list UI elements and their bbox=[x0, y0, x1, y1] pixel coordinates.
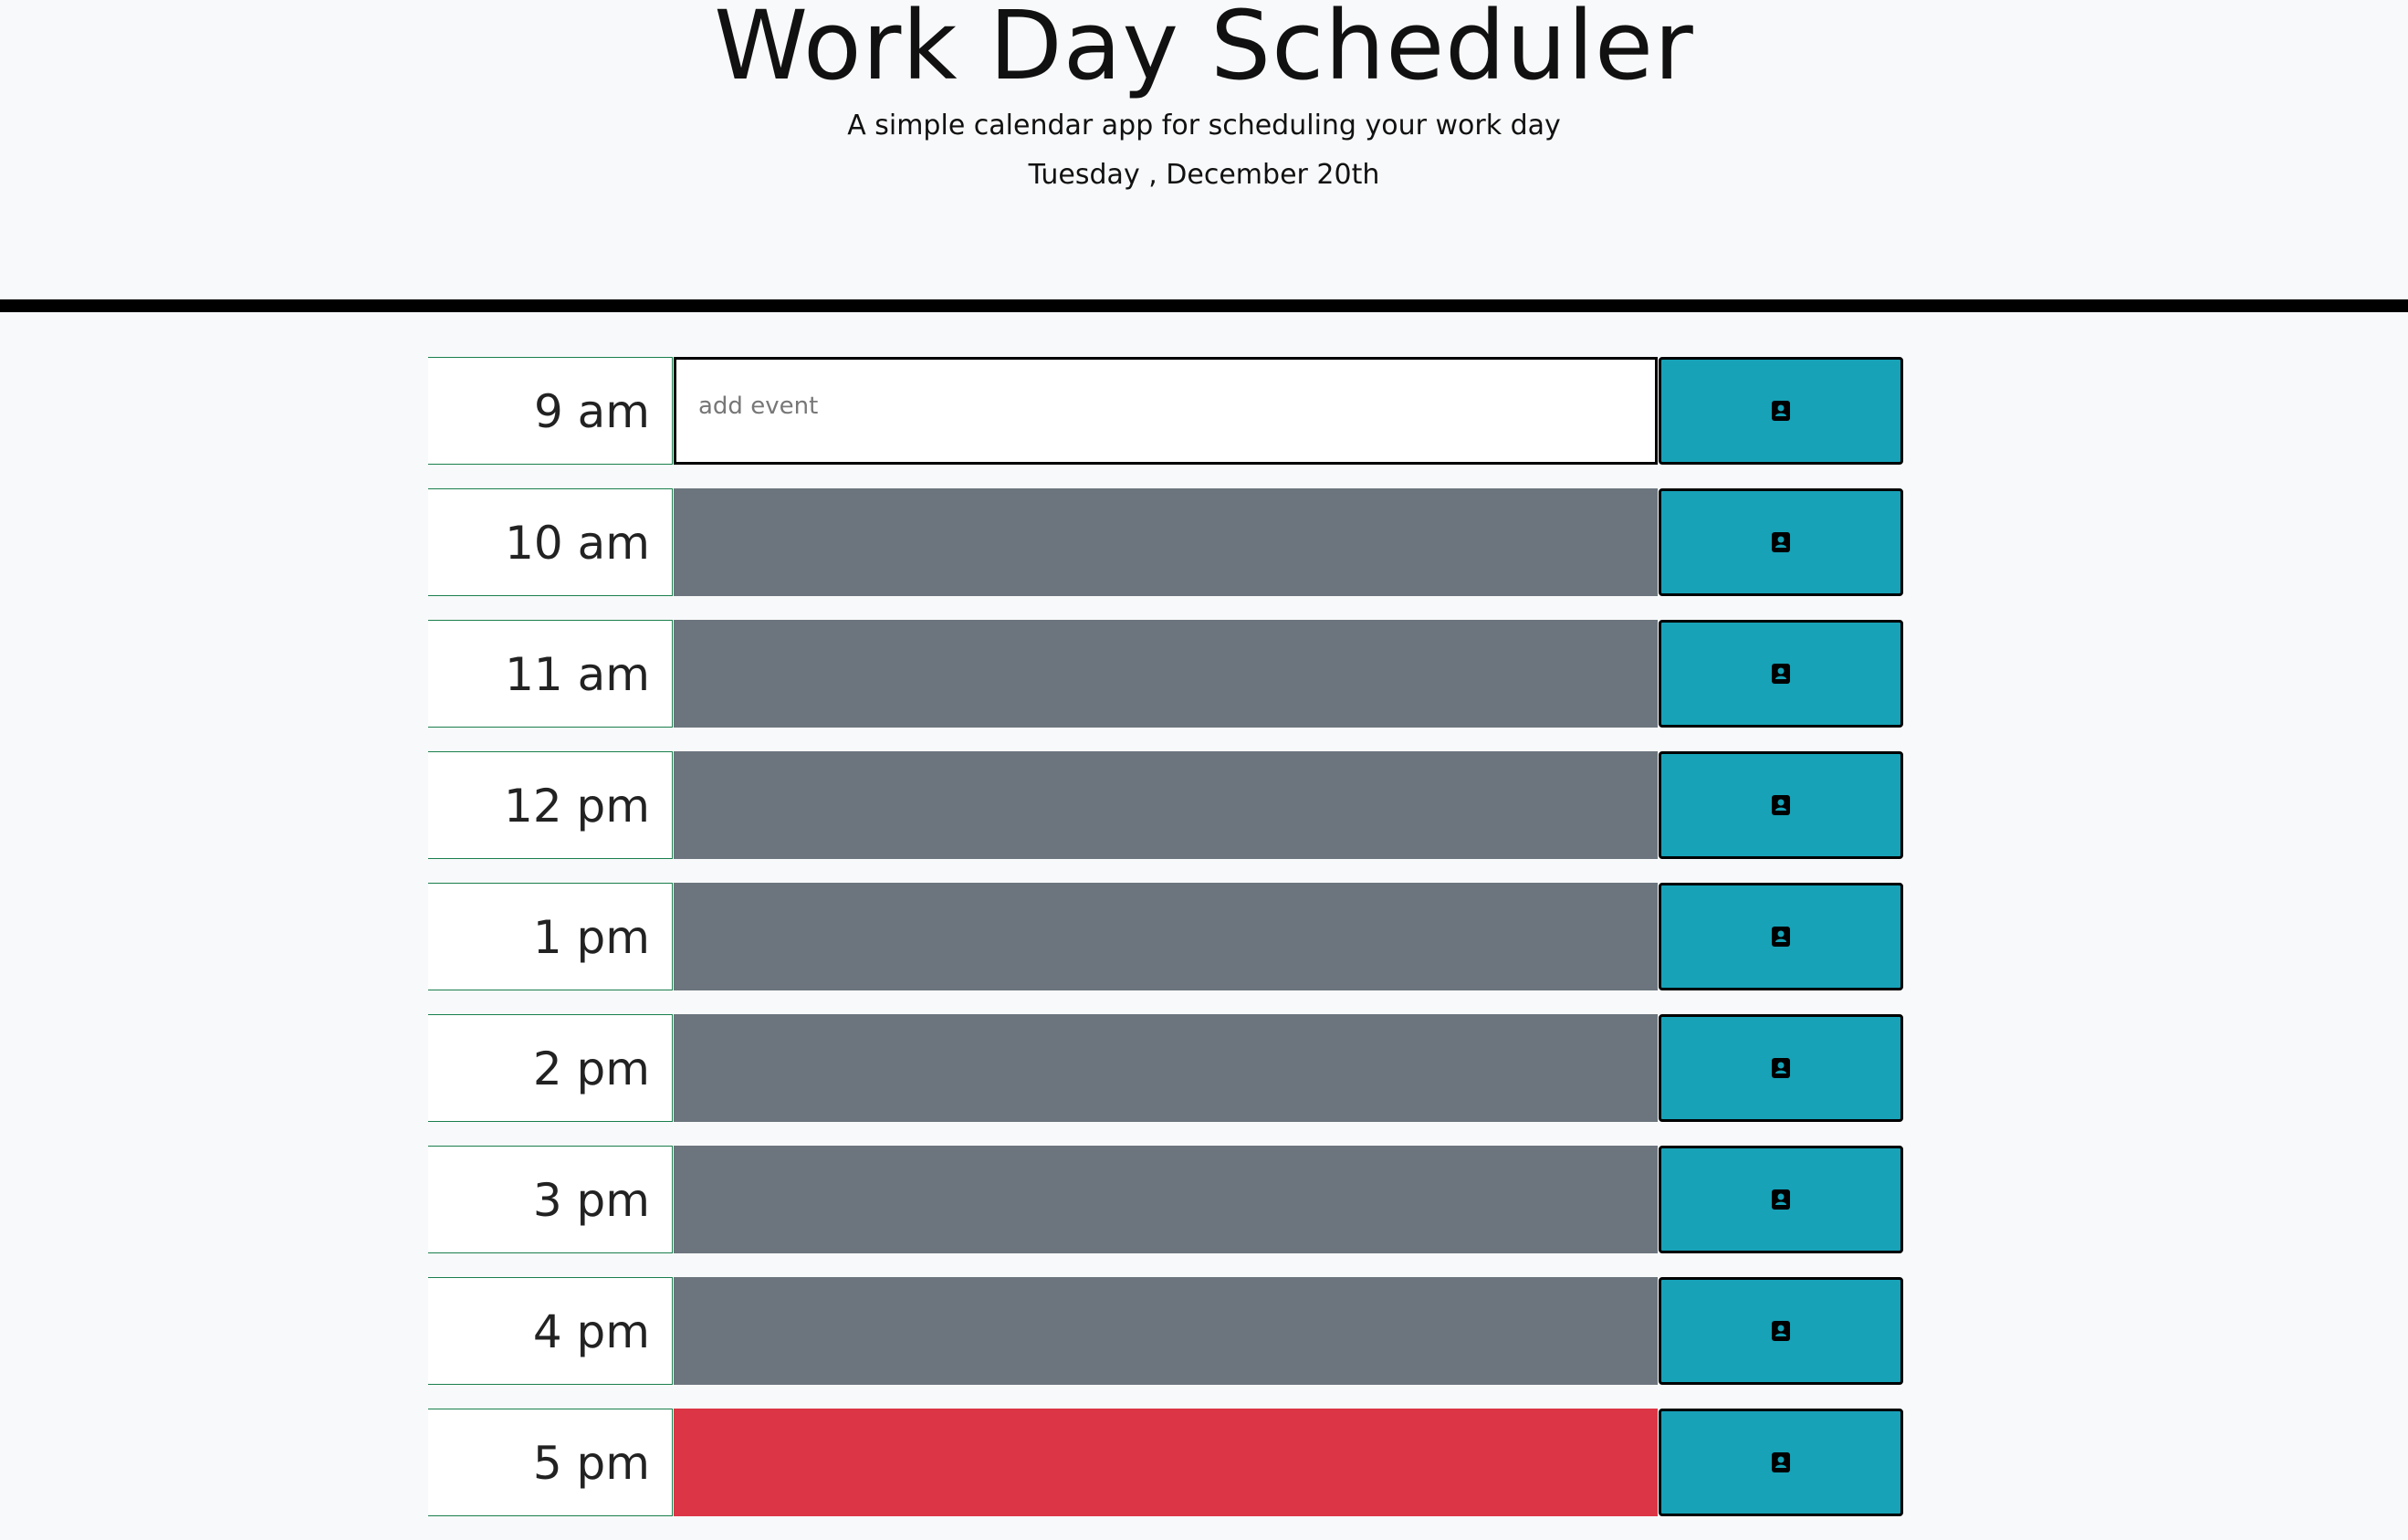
time-block-row: 4 pm bbox=[428, 1277, 1903, 1387]
event-input[interactable] bbox=[674, 1014, 1658, 1122]
save-button[interactable] bbox=[1659, 1409, 1903, 1516]
event-input[interactable] bbox=[674, 1409, 1658, 1516]
hour-label: 12 pm bbox=[504, 780, 650, 833]
hour-label: 9 am bbox=[533, 385, 650, 438]
hour-label-cell: 1 pm bbox=[428, 883, 673, 990]
address-book-icon bbox=[1772, 927, 1790, 947]
save-button[interactable] bbox=[1659, 488, 1903, 596]
event-input[interactable] bbox=[674, 883, 1658, 990]
event-input[interactable] bbox=[674, 1146, 1658, 1253]
page-header: Work Day Scheduler A simple calendar app… bbox=[0, 0, 2408, 299]
time-block-row: 12 pm bbox=[428, 751, 1903, 861]
hour-label: 3 pm bbox=[532, 1174, 650, 1227]
save-button[interactable] bbox=[1659, 883, 1903, 990]
hour-label-cell: 10 am bbox=[428, 488, 673, 596]
address-book-icon bbox=[1772, 1321, 1790, 1341]
hour-label: 4 pm bbox=[532, 1305, 650, 1358]
time-block-row: 2 pm bbox=[428, 1014, 1903, 1124]
hour-label: 2 pm bbox=[532, 1042, 650, 1095]
event-input[interactable] bbox=[674, 357, 1658, 465]
address-book-icon bbox=[1772, 795, 1790, 815]
address-book-icon bbox=[1772, 532, 1790, 552]
hour-label-cell: 3 pm bbox=[428, 1146, 673, 1253]
address-book-icon bbox=[1772, 1452, 1790, 1472]
save-button[interactable] bbox=[1659, 357, 1903, 465]
event-input[interactable] bbox=[674, 1277, 1658, 1385]
address-book-icon bbox=[1772, 664, 1790, 684]
address-book-icon bbox=[1772, 1058, 1790, 1078]
save-button[interactable] bbox=[1659, 751, 1903, 859]
hour-label-cell: 5 pm bbox=[428, 1409, 673, 1516]
time-block-row: 1 pm bbox=[428, 883, 1903, 992]
time-block-row: 3 pm bbox=[428, 1146, 1903, 1255]
save-button[interactable] bbox=[1659, 1277, 1903, 1385]
page-title: Work Day Scheduler bbox=[714, 0, 1694, 101]
event-input[interactable] bbox=[674, 751, 1658, 859]
save-button[interactable] bbox=[1659, 620, 1903, 728]
save-button[interactable] bbox=[1659, 1014, 1903, 1122]
time-block-row: 5 pm bbox=[428, 1409, 1903, 1518]
hour-label: 10 am bbox=[505, 517, 650, 570]
hour-label-cell: 4 pm bbox=[428, 1277, 673, 1385]
event-input[interactable] bbox=[674, 488, 1658, 596]
hour-label-cell: 11 am bbox=[428, 620, 673, 728]
address-book-icon bbox=[1772, 401, 1790, 421]
address-book-icon bbox=[1772, 1189, 1790, 1210]
hour-label: 1 pm bbox=[532, 911, 650, 964]
header-divider bbox=[0, 299, 2408, 312]
save-button[interactable] bbox=[1659, 1146, 1903, 1253]
hour-label-cell: 12 pm bbox=[428, 751, 673, 859]
hour-label-cell: 2 pm bbox=[428, 1014, 673, 1122]
event-input[interactable] bbox=[674, 620, 1658, 728]
time-block-row: 9 am bbox=[428, 357, 1903, 466]
page-subtitle: A simple calendar app for scheduling you… bbox=[847, 110, 1561, 141]
time-block-row: 11 am bbox=[428, 620, 1903, 729]
hour-label: 11 am bbox=[505, 648, 650, 701]
time-block-row: 10 am bbox=[428, 488, 1903, 598]
hour-label-cell: 9 am bbox=[428, 357, 673, 465]
time-block-list: 9 am 10 am 11 am 12 pm bbox=[428, 357, 1903, 1540]
hour-label: 5 pm bbox=[532, 1437, 650, 1490]
current-date: Tuesday , December 20th bbox=[1028, 159, 1380, 191]
